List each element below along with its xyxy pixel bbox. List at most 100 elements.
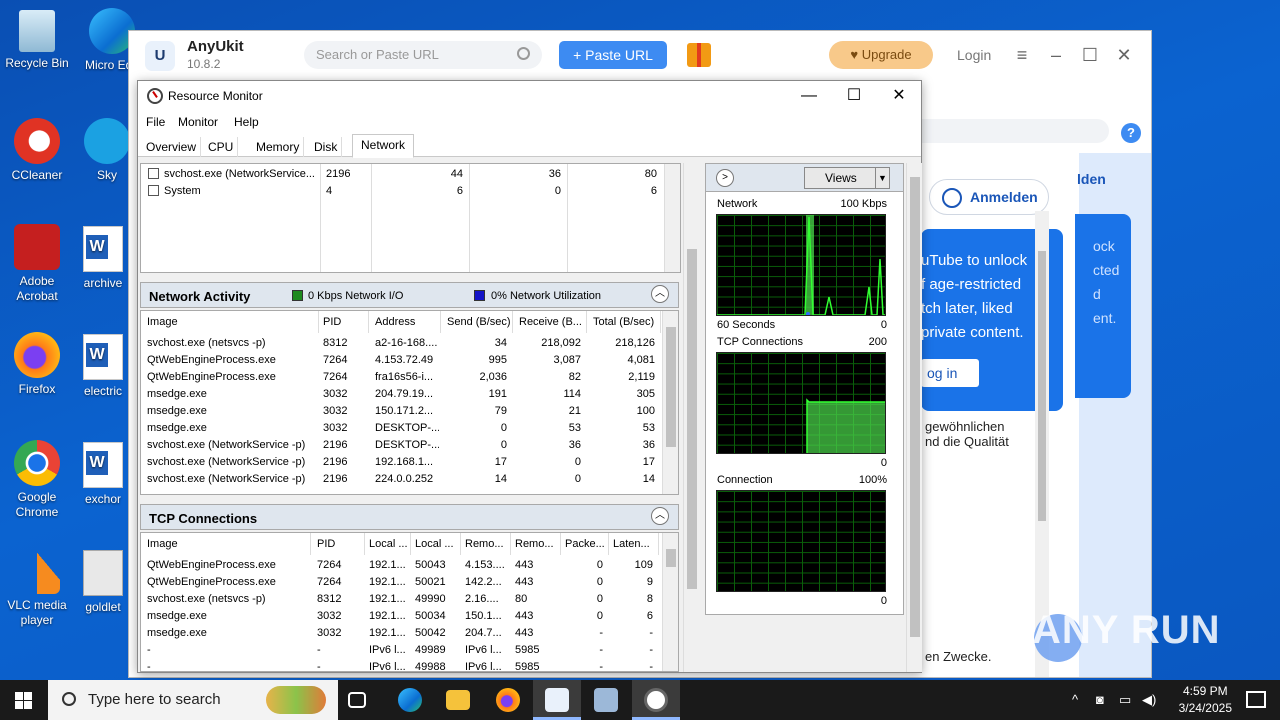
gift-icon[interactable] bbox=[687, 43, 711, 67]
graph-scrollbar[interactable] bbox=[906, 163, 922, 672]
menu-help[interactable]: Help bbox=[234, 115, 259, 129]
column-header[interactable]: Receive (B... bbox=[515, 311, 587, 333]
expand-arrow-icon[interactable]: > bbox=[716, 169, 734, 187]
scroll-thumb[interactable] bbox=[666, 327, 676, 447]
task-view-icon[interactable] bbox=[348, 692, 366, 708]
taskbar-search-box[interactable]: Type here to search bbox=[48, 680, 338, 720]
help-icon[interactable]: ? bbox=[1121, 123, 1141, 143]
table-row[interactable]: svchost.exe (NetworkService -p) 2196 224.0… bbox=[141, 471, 663, 488]
table-row[interactable]: msedge.exe 3032 204.79.19... 191 114 305 bbox=[141, 386, 663, 403]
desktop-icon-recycle-bin[interactable]: Recycle Bin bbox=[0, 10, 74, 71]
promo-login-button[interactable]: og in bbox=[921, 359, 979, 387]
collapse-icon[interactable]: ︿ bbox=[651, 285, 669, 303]
tab-disk[interactable]: Disk bbox=[310, 137, 343, 157]
notification-icon[interactable] bbox=[1246, 691, 1266, 708]
collapse-icon[interactable]: ︿ bbox=[651, 507, 669, 525]
network-activity-scrollbar[interactable] bbox=[662, 311, 678, 494]
process-row[interactable]: svchost.exe (NetworkService... 2196 44 36 80 bbox=[141, 166, 663, 183]
table-row[interactable]: msedge.exe 3032 150.171.2... 79 21 100 bbox=[141, 403, 663, 420]
network-connections-icon[interactable] bbox=[594, 688, 618, 712]
maximize-icon[interactable]: ☐ bbox=[1079, 44, 1101, 66]
table-cell: 443 bbox=[515, 576, 534, 588]
processes-table: svchost.exe (NetworkService... 2196 44 36 80… bbox=[141, 164, 666, 272]
upgrade-button[interactable]: ♥ Upgrade bbox=[829, 41, 933, 69]
table-row[interactable]: - - IPv6 l... 49988 IPv6 l... 5985 - - bbox=[141, 659, 663, 671]
table-cell: 218,092 bbox=[541, 337, 581, 349]
checkbox[interactable] bbox=[148, 168, 159, 179]
table-row[interactable]: QtWebEngineProcess.exe 7264 fra16s56-i... 2… bbox=[141, 369, 663, 386]
paste-url-button[interactable]: + Paste URL bbox=[559, 41, 667, 69]
checkbox[interactable] bbox=[148, 185, 159, 196]
desktop-icon-acrobat[interactable]: Adobe Acrobat bbox=[0, 224, 74, 304]
menu-file[interactable]: File bbox=[146, 115, 165, 129]
network-activity-header[interactable]: Network Activity 0 Kbps Network I/O 0% N… bbox=[140, 282, 679, 308]
tab-overview[interactable]: Overview bbox=[142, 137, 202, 157]
maximize-icon[interactable]: ☐ bbox=[839, 86, 869, 106]
windows-start-icon[interactable] bbox=[15, 692, 32, 709]
desktop-icon-ccleaner[interactable]: CCleaner bbox=[0, 118, 74, 183]
resource-monitor-taskbar-icon[interactable] bbox=[644, 688, 668, 712]
anyukit-address-bar[interactable] bbox=[909, 119, 1109, 143]
table-row[interactable]: msedge.exe 3032 DESKTOP-... 0 53 53 bbox=[141, 420, 663, 437]
column-header[interactable]: Image bbox=[143, 533, 311, 555]
scroll-thumb[interactable] bbox=[687, 249, 697, 589]
anyukit-search-input[interactable]: Search or Paste URL bbox=[304, 41, 542, 69]
column-header[interactable]: Laten... bbox=[609, 533, 659, 555]
table-row[interactable]: msedge.exe 3032 192.1... 50034 150.1... 443 0 6 bbox=[141, 608, 663, 625]
scroll-thumb[interactable] bbox=[910, 177, 920, 637]
file-explorer-icon[interactable] bbox=[446, 690, 470, 710]
tab-memory[interactable]: Memory bbox=[252, 137, 305, 157]
tab-cpu[interactable]: CPU bbox=[204, 137, 239, 157]
chevron-up-icon[interactable]: ^ bbox=[1072, 692, 1078, 707]
processes-scrollbar[interactable] bbox=[664, 164, 680, 272]
table-cell: 191 bbox=[488, 388, 507, 400]
tab-network[interactable]: Network bbox=[352, 134, 415, 158]
anyukit-taskbar-icon[interactable] bbox=[545, 688, 569, 712]
column-header[interactable]: Local ... bbox=[365, 533, 411, 555]
column-header[interactable]: Send (B/sec) bbox=[443, 311, 513, 333]
table-row[interactable]: svchost.exe (NetworkService -p) 2196 DESKT… bbox=[141, 437, 663, 454]
taskbar-clock[interactable]: 4:59 PM 3/24/2025 bbox=[1179, 683, 1232, 717]
close-icon[interactable]: ✕ bbox=[884, 86, 914, 106]
column-header[interactable]: Image bbox=[143, 311, 319, 333]
close-icon[interactable]: ✕ bbox=[1113, 44, 1135, 66]
login-link[interactable]: Login bbox=[957, 47, 991, 63]
column-header[interactable]: PID bbox=[313, 533, 365, 555]
desktop-icon-firefox[interactable]: Firefox bbox=[0, 332, 74, 397]
column-header[interactable]: Remo... bbox=[461, 533, 511, 555]
table-row[interactable]: QtWebEngineProcess.exe 7264 4.153.72.49 995… bbox=[141, 352, 663, 369]
column-header[interactable]: Address bbox=[371, 311, 441, 333]
edge-taskbar-icon[interactable] bbox=[398, 688, 422, 712]
views-dropdown[interactable]: Views ▼ bbox=[804, 167, 890, 189]
main-scrollbar[interactable] bbox=[683, 163, 699, 672]
tcp-scrollbar[interactable] bbox=[662, 533, 678, 671]
column-header[interactable]: Packe... bbox=[561, 533, 609, 555]
tray-app-icon[interactable]: ◙ bbox=[1096, 692, 1104, 707]
table-row[interactable]: - - IPv6 l... 49989 IPv6 l... 5985 - - bbox=[141, 642, 663, 659]
minimize-icon[interactable]: — bbox=[794, 86, 824, 106]
table-row[interactable]: QtWebEngineProcess.exe 7264 192.1... 50021 1… bbox=[141, 574, 663, 591]
table-row[interactable]: svchost.exe (NetworkService -p) 2196 192.1… bbox=[141, 454, 663, 471]
table-row[interactable]: svchost.exe (netsvcs -p) 8312 a2-16-168...… bbox=[141, 335, 663, 352]
scroll-thumb[interactable] bbox=[1038, 251, 1046, 521]
network-icon[interactable]: ▭ bbox=[1119, 692, 1131, 708]
minimize-icon[interactable]: – bbox=[1045, 44, 1067, 66]
desktop-icon-chrome[interactable]: Google Chrome bbox=[0, 440, 74, 520]
firefox-taskbar-icon[interactable] bbox=[496, 688, 520, 712]
scroll-thumb[interactable] bbox=[666, 549, 676, 567]
column-header[interactable]: PID bbox=[319, 311, 369, 333]
menu-monitor[interactable]: Monitor bbox=[178, 115, 218, 129]
tcp-connections-header[interactable]: TCP Connections ︿ bbox=[140, 504, 679, 530]
table-row[interactable]: QtWebEngineProcess.exe 7264 192.1... 50043 4… bbox=[141, 557, 663, 574]
column-header[interactable]: Local ... bbox=[411, 533, 461, 555]
process-row[interactable]: System 4 6 0 6 bbox=[141, 183, 663, 200]
desktop-icon-vlc[interactable]: VLC media player bbox=[0, 548, 74, 628]
anmelden-button[interactable]: Anmelden bbox=[929, 179, 1049, 215]
column-header[interactable]: Total (B/sec) bbox=[589, 311, 661, 333]
menu-icon[interactable]: ≡ bbox=[1011, 44, 1033, 66]
column-header[interactable]: Remo... bbox=[511, 533, 561, 555]
table-row[interactable]: msedge.exe 3032 192.1... 50042 204.7... 443 - - bbox=[141, 625, 663, 642]
table-cell: svchost.exe (NetworkService -p) bbox=[147, 473, 306, 485]
table-row[interactable]: svchost.exe (netsvcs -p) 8312 192.1... 4999… bbox=[141, 591, 663, 608]
volume-icon[interactable]: ◀) bbox=[1142, 692, 1156, 708]
